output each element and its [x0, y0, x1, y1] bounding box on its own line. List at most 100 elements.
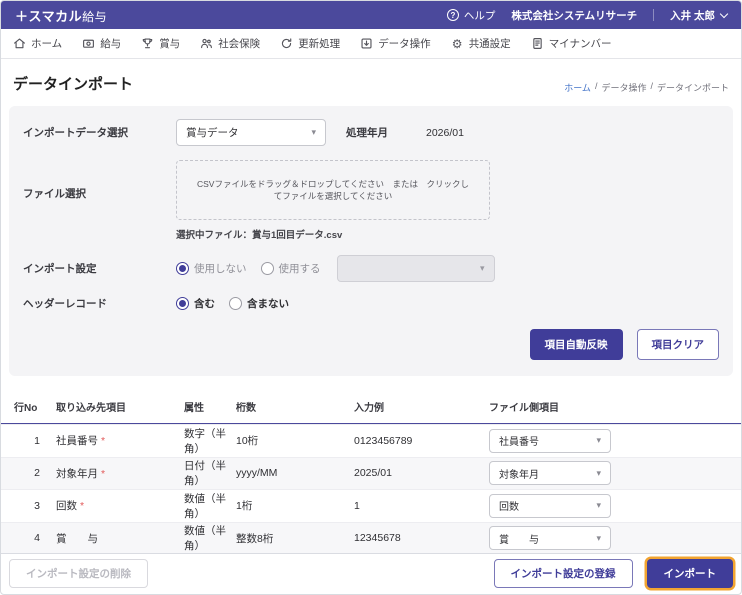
- row-digits: 整数8桁: [236, 532, 274, 545]
- dropdown-arrow-icon: [480, 263, 485, 274]
- nav-item-salary[interactable]: 給与: [82, 36, 121, 51]
- col-header-item: 取り込み先項目: [56, 403, 126, 414]
- header-record-label: ヘッダーレコード: [23, 298, 107, 310]
- help-label: ヘルプ: [463, 9, 496, 22]
- file-item-select[interactable]: 回数: [489, 493, 611, 518]
- help-button[interactable]: ヘルプ: [446, 8, 496, 23]
- auto-map-button[interactable]: 項目自動反映: [529, 329, 623, 360]
- selected-file-text: 選択中ファイル：賞与1回目データ.csv: [176, 230, 343, 241]
- table-row: 4 賞 与 数値（半角） 整数8桁 12345678 賞 与: [1, 521, 741, 553]
- home-icon: [13, 37, 26, 50]
- panel-actions: 項目自動反映 項目クリア: [23, 329, 719, 360]
- people-icon: [200, 37, 213, 50]
- radio-option-not-use[interactable]: 使用しない: [176, 261, 247, 276]
- csv-dropzone[interactable]: CSVファイルをドラッグ＆ドロップしてください または クリックしてファイルを選…: [176, 160, 490, 220]
- breadcrumb-home[interactable]: ホーム: [564, 81, 591, 94]
- col-header-file-item: ファイル側項目: [489, 403, 559, 414]
- nav-item-social-insurance[interactable]: 社会保険: [200, 36, 260, 51]
- row-example: 12345678: [354, 532, 401, 545]
- nav-item-label: 賞与: [159, 38, 181, 50]
- clear-items-button[interactable]: 項目クリア: [636, 329, 719, 360]
- required-asterisk: *: [101, 467, 106, 480]
- register-import-setting-button[interactable]: インポート設定の登録: [493, 559, 633, 588]
- radio-option-exclude[interactable]: 含まない: [229, 296, 289, 311]
- delete-import-setting-button[interactable]: インポート設定の削除: [9, 559, 148, 588]
- card-icon: [531, 37, 544, 50]
- row-file-item-cell: 賞 与: [489, 526, 741, 551]
- row-no: 1: [34, 434, 40, 447]
- mapping-table: 行No 取り込み先項目 属性 桁数 入力例 ファイル側項目 1 社員番号 * 数字…: [1, 390, 741, 553]
- required-asterisk: *: [101, 435, 106, 448]
- breadcrumb-separator: /: [594, 81, 598, 91]
- table-row: 1 社員番号 * 数字（半角） 10桁 0123456789 社員番号: [1, 424, 741, 457]
- radio-label: 使用しない: [194, 263, 247, 275]
- row-attr: 日付（半角）: [184, 460, 226, 488]
- app-logo-sub: 給与: [82, 9, 108, 24]
- dropdown-arrow-icon: [596, 500, 601, 511]
- import-box-icon: [360, 37, 373, 50]
- question-circle-icon: [446, 9, 459, 21]
- col-header-attr: 属性: [184, 403, 204, 414]
- header-record-row: ヘッダーレコード 含む 含まない: [23, 296, 719, 311]
- file-select-row: ファイル選択 CSVファイルをドラッグ＆ドロップしてください または クリックし…: [23, 160, 719, 241]
- main-nav: ホーム 給与 賞与 社会保険 更新処理 データ操作 ⚙ 共通設定 マイナンバー: [1, 29, 741, 59]
- nav-item-home[interactable]: ホーム: [13, 36, 62, 51]
- import-data-row: インポートデータ選択 賞与データ 処理年月 2026/01: [23, 119, 719, 146]
- import-form-panel: インポートデータ選択 賞与データ 処理年月 2026/01 ファイル選択 CSV…: [9, 106, 733, 376]
- table-row: 2 対象年月 * 日付（半角） yyyy/MM 2025/01 対象年月: [1, 456, 741, 489]
- app-window: ＋スマカル給与 ヘルプ 株式会社システムリサーチ 入井 太郎 ホーム 給与: [0, 0, 742, 595]
- file-item-select[interactable]: 賞 与: [489, 526, 611, 551]
- file-item-select-value: 賞 与: [499, 534, 539, 546]
- user-name: 入井 太郎: [670, 9, 715, 22]
- chevron-down-icon: [719, 9, 729, 18]
- file-item-select-value: 対象年月: [499, 469, 539, 481]
- radio-label: 含まない: [247, 298, 289, 310]
- row-file-item-cell: 社員番号: [489, 428, 741, 453]
- processing-month-label: 処理年月: [346, 127, 388, 139]
- row-attr: 数値（半角）: [184, 525, 226, 553]
- row-no: 3: [34, 499, 40, 512]
- radio-label: 使用する: [278, 263, 321, 275]
- company-name: 株式会社システムリサーチ: [511, 9, 638, 22]
- row-item: 社員番号 *: [56, 435, 106, 448]
- nav-item-label: 更新処理: [298, 38, 341, 50]
- radio-label: 含む: [194, 298, 215, 310]
- nav-item-bonus[interactable]: 賞与: [141, 36, 180, 51]
- processing-month-value: 2026/01: [426, 126, 464, 139]
- app-logo: ＋スマカル給与: [15, 6, 107, 25]
- trophy-icon: [141, 37, 154, 50]
- file-item-select[interactable]: 社員番号: [489, 428, 611, 453]
- import-setting-label: インポート設定: [23, 263, 97, 275]
- row-attr: 数字（半角）: [184, 427, 226, 455]
- nav-item-label: 共通設定: [468, 38, 511, 50]
- breadcrumb-separator: /: [650, 81, 653, 91]
- nav-item-label: データ操作: [378, 38, 431, 50]
- table-row: 3 回数 * 数値（半角） 1桁 1 回数: [1, 489, 741, 522]
- row-example: 0123456789: [354, 434, 413, 447]
- import-button[interactable]: インポート: [646, 559, 733, 588]
- file-item-select[interactable]: 対象年月: [489, 461, 611, 486]
- import-setting-select: [336, 255, 495, 282]
- row-no: 4: [34, 532, 40, 545]
- nav-item-label: 社会保険: [218, 38, 261, 50]
- user-menu[interactable]: 入井 太郎: [670, 8, 729, 23]
- col-header-digits: 桁数: [236, 403, 256, 414]
- nav-item-update[interactable]: 更新処理: [280, 36, 340, 51]
- nav-item-settings[interactable]: ⚙ 共通設定: [451, 36, 511, 51]
- radio-option-use[interactable]: 使用する: [260, 261, 321, 276]
- col-header-example: 入力例: [354, 403, 384, 414]
- banknote-icon: [82, 37, 95, 50]
- radio-option-include[interactable]: 含む: [176, 296, 215, 311]
- row-file-item-cell: 回数: [489, 493, 741, 518]
- refresh-icon: [280, 37, 293, 50]
- row-item: 回数 *: [56, 500, 85, 513]
- import-setting-radio-group: 使用しない 使用する: [176, 261, 321, 276]
- nav-item-data-operation[interactable]: データ操作: [360, 36, 431, 51]
- dropdown-arrow-icon: [311, 127, 316, 138]
- radio-unchecked-icon: [229, 297, 242, 310]
- nav-item-label: 給与: [100, 38, 122, 50]
- radio-checked-icon: [176, 262, 189, 275]
- import-data-select[interactable]: 賞与データ: [176, 119, 326, 146]
- radio-checked-icon: [176, 297, 189, 310]
- nav-item-mynumber[interactable]: マイナンバー: [531, 36, 611, 51]
